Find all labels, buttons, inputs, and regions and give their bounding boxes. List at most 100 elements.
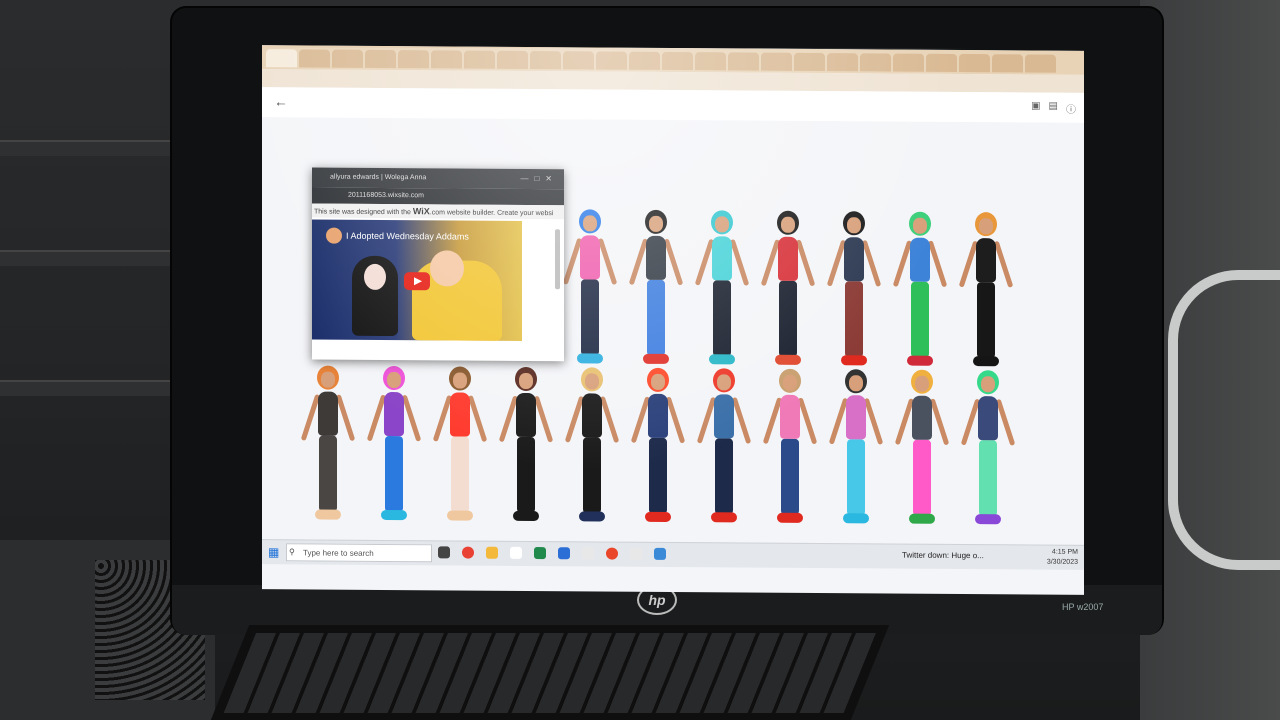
browser-tab[interactable] bbox=[431, 50, 462, 69]
browser-tab[interactable] bbox=[1025, 54, 1056, 73]
browser-tab[interactable] bbox=[596, 51, 627, 70]
browser-tab[interactable] bbox=[860, 53, 891, 72]
figure-torso bbox=[516, 392, 536, 438]
youtube-video-embed[interactable]: I Adopted Wednesday Addams bbox=[312, 219, 522, 341]
figure-face bbox=[849, 375, 863, 392]
lock-icon[interactable]: ▣ bbox=[1031, 101, 1040, 116]
browser-tab[interactable] bbox=[959, 53, 990, 73]
figure-legs bbox=[979, 440, 997, 517]
scrollbar[interactable] bbox=[555, 229, 560, 290]
figure-legs bbox=[451, 436, 469, 513]
shelf bbox=[0, 380, 200, 396]
browser-tab[interactable] bbox=[299, 49, 330, 68]
browser-tab[interactable] bbox=[893, 53, 924, 72]
browser-tab[interactable] bbox=[266, 49, 297, 68]
figure-feet bbox=[643, 353, 669, 364]
figure-arm bbox=[663, 238, 684, 286]
popup-address-bar[interactable]: 2011168053.wixsite.com bbox=[312, 187, 564, 206]
character-figure bbox=[828, 369, 884, 529]
task-view-icon[interactable] bbox=[438, 546, 450, 559]
figure-feet bbox=[973, 356, 999, 367]
figure-face bbox=[651, 373, 665, 390]
character-figure bbox=[562, 209, 618, 369]
file-explorer-icon[interactable] bbox=[486, 546, 498, 559]
character-figure bbox=[432, 366, 488, 526]
window-controls[interactable]: —□✕ bbox=[520, 169, 558, 189]
browser-tab[interactable] bbox=[365, 49, 396, 69]
chrome-icon[interactable] bbox=[462, 546, 474, 559]
popup-tab[interactable]: allyura edwards | Wolega Anna —□✕ bbox=[312, 167, 564, 190]
figure-feet bbox=[645, 511, 671, 522]
figure-feet bbox=[841, 355, 867, 366]
info-icon[interactable]: ⓘ bbox=[1066, 101, 1076, 116]
browser-tab[interactable] bbox=[563, 51, 594, 70]
figure-feet bbox=[843, 513, 869, 524]
wix-banner[interactable]: This site was designed with the WiX.com … bbox=[312, 203, 564, 220]
figure-legs bbox=[845, 281, 863, 358]
figure-legs bbox=[715, 438, 733, 515]
browser-tab[interactable] bbox=[530, 51, 561, 70]
blank-app-icon[interactable] bbox=[630, 547, 642, 560]
figure-feet bbox=[907, 355, 933, 366]
blank-app-icon[interactable] bbox=[582, 547, 594, 560]
browser-tab[interactable] bbox=[794, 52, 825, 72]
taskbar-search[interactable]: Type here to search bbox=[286, 543, 432, 563]
character-figure bbox=[694, 210, 750, 370]
figure-arm bbox=[797, 397, 818, 445]
windows-start-icon[interactable]: ▦ bbox=[268, 545, 279, 559]
figure-arm bbox=[401, 394, 422, 442]
youtube-play-icon[interactable] bbox=[404, 272, 430, 291]
browser-tab[interactable] bbox=[464, 50, 495, 69]
figure-feet bbox=[577, 353, 603, 364]
character-figure bbox=[958, 212, 1014, 372]
system-tray-clock[interactable]: 4:15 PM 3/30/2023 bbox=[1047, 548, 1078, 568]
browser-tab[interactable] bbox=[728, 52, 759, 71]
keyboard-keys bbox=[223, 633, 876, 713]
channel-avatar[interactable] bbox=[326, 227, 342, 244]
figure-legs bbox=[385, 435, 403, 513]
browser-tab[interactable] bbox=[761, 52, 792, 71]
figure-face bbox=[781, 216, 795, 233]
figure-feet bbox=[381, 509, 407, 521]
figure-face bbox=[519, 372, 533, 390]
video-title[interactable]: I Adopted Wednesday Addams bbox=[346, 231, 469, 242]
excel-icon[interactable] bbox=[534, 547, 546, 560]
store-icon[interactable] bbox=[654, 547, 666, 560]
browser-tab[interactable] bbox=[926, 53, 957, 72]
figure-torso bbox=[778, 236, 798, 281]
figure-torso bbox=[912, 395, 932, 440]
figure-face bbox=[321, 371, 335, 388]
browser-tab[interactable] bbox=[827, 53, 858, 72]
word-icon[interactable] bbox=[558, 547, 570, 560]
browser-popup-window[interactable]: allyura edwards | Wolega Anna —□✕ 201116… bbox=[312, 167, 564, 362]
taskbar-running-window[interactable]: Twitter down: Huge o... bbox=[902, 551, 984, 561]
figure-feet bbox=[709, 354, 735, 365]
nav-icons: ▣ ▤ ⓘ bbox=[1031, 101, 1076, 116]
wix-banner-text-2: .com website builder. Create your websi bbox=[429, 209, 554, 218]
figure-face bbox=[981, 376, 995, 393]
share-icon[interactable]: ▤ bbox=[1049, 101, 1058, 116]
figure-face bbox=[915, 375, 929, 392]
blank-app-icon[interactable] bbox=[510, 546, 522, 559]
wix-banner-text: This site was designed with the bbox=[314, 208, 411, 217]
browser-tab[interactable] bbox=[695, 52, 726, 71]
browser-tab[interactable] bbox=[332, 49, 363, 68]
figure-face bbox=[783, 374, 797, 391]
media-icon[interactable] bbox=[606, 547, 618, 560]
figure-arm bbox=[861, 239, 882, 288]
figure-legs bbox=[647, 279, 665, 356]
browser-tab[interactable] bbox=[497, 50, 528, 69]
figure-torso bbox=[384, 391, 404, 437]
browser-tab[interactable] bbox=[398, 50, 429, 69]
figure-torso bbox=[978, 396, 998, 441]
browser-tab[interactable] bbox=[662, 51, 693, 71]
figure-arm bbox=[795, 239, 816, 287]
browser-tab[interactable] bbox=[992, 54, 1023, 73]
figure-arm bbox=[995, 398, 1016, 446]
back-arrow-icon[interactable]: ← bbox=[274, 93, 288, 109]
figure-arm bbox=[665, 396, 686, 444]
figure-legs bbox=[583, 437, 601, 514]
character-figure bbox=[630, 367, 686, 528]
figure-legs bbox=[319, 435, 337, 512]
browser-tab[interactable] bbox=[629, 51, 660, 70]
